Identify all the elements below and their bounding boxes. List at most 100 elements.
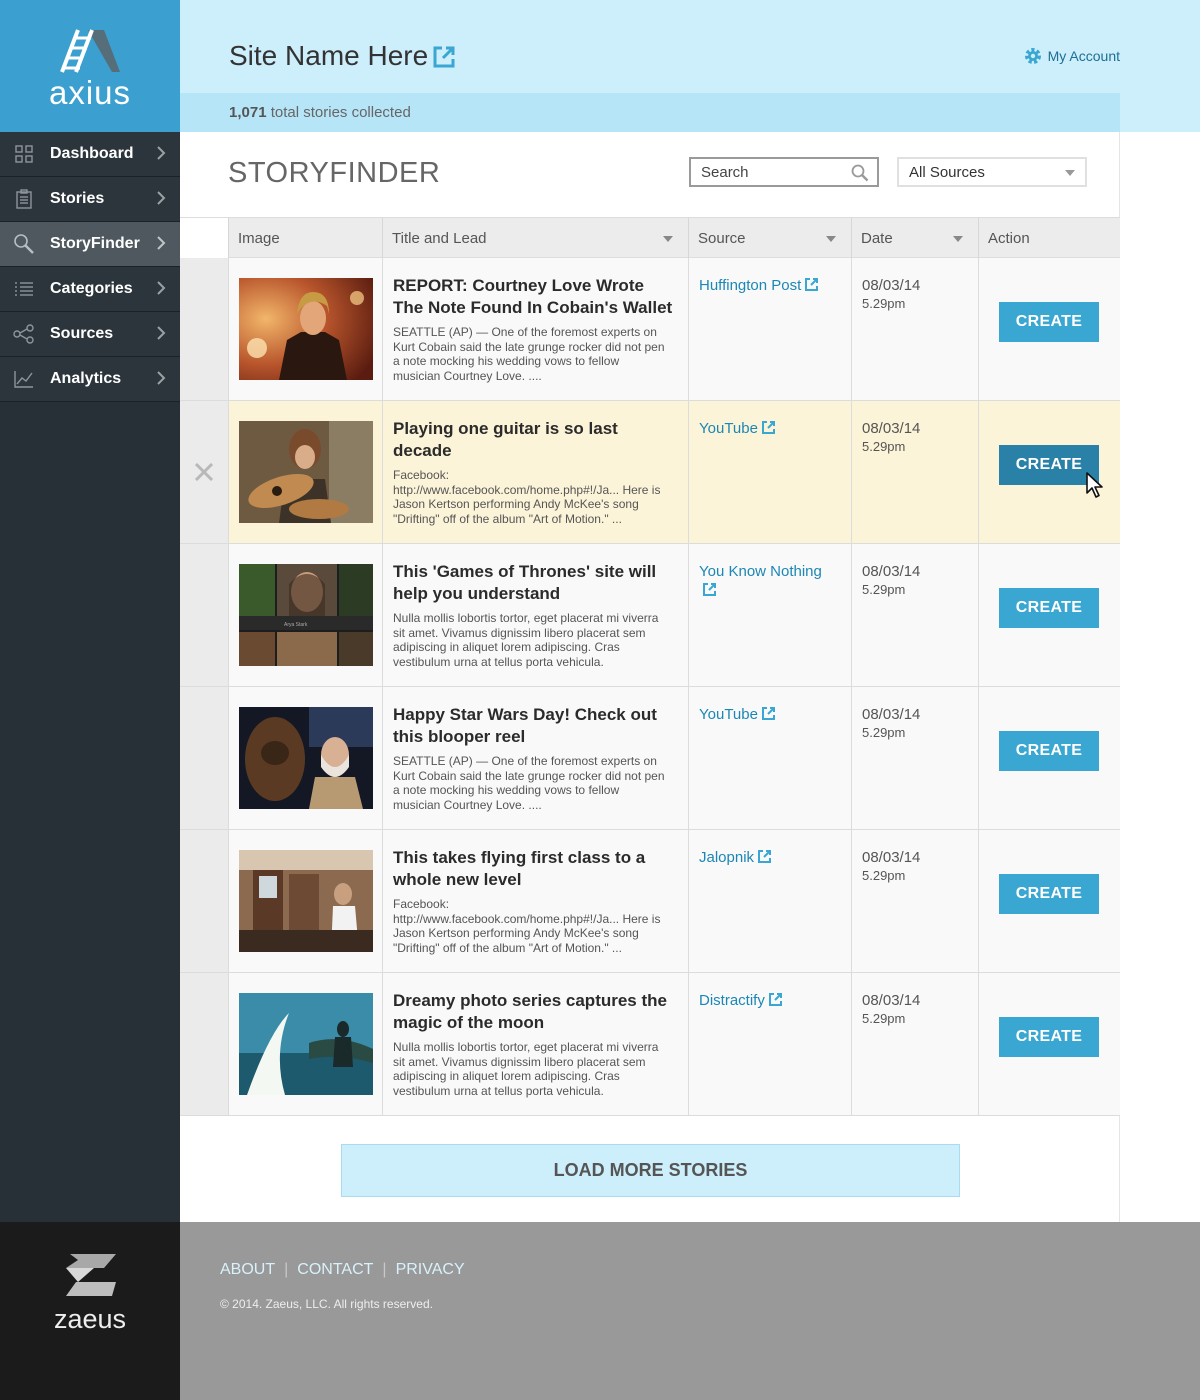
stats-text: total stories collected xyxy=(266,104,411,121)
external-link-icon xyxy=(768,993,782,1006)
my-account-link[interactable]: My Account xyxy=(1024,47,1120,65)
search-placeholder: Search xyxy=(701,164,749,181)
column-header-date[interactable]: Date xyxy=(851,218,978,258)
column-header-source[interactable]: Source xyxy=(688,218,851,258)
source-link[interactable]: Jalopnik xyxy=(699,848,835,867)
footer-links: ABOUT | CONTACT | PRIVACY xyxy=(220,1261,465,1279)
footer-link-about[interactable]: ABOUT xyxy=(220,1261,275,1278)
story-title[interactable]: REPORT: Courtney Love Wrote The Note Fou… xyxy=(393,275,676,319)
chevron-right-icon xyxy=(157,371,166,385)
sidebar-item-stories[interactable]: Stories xyxy=(0,177,180,222)
table-header: Image Title and Lead Source Date Action xyxy=(180,217,1120,258)
sidebar-item-storyfinder[interactable]: StoryFinder xyxy=(0,222,180,267)
close-icon[interactable] xyxy=(194,462,214,482)
story-title[interactable]: Dreamy photo series captures the magic o… xyxy=(393,990,676,1034)
story-date: 08/03/14 xyxy=(862,706,921,723)
story-date: 08/03/14 xyxy=(862,849,921,866)
table-row[interactable]: Dreamy photo series captures the magic o… xyxy=(180,973,1120,1116)
action-cell: CREATE xyxy=(978,830,1120,972)
create-button[interactable]: CREATE xyxy=(999,588,1099,628)
story-thumbnail[interactable]: Arya Stark xyxy=(239,564,373,666)
source-cell: YouTube xyxy=(688,687,851,829)
ladder-logo-icon xyxy=(60,29,120,73)
story-lead: Nulla mollis lobortis tortor, eget place… xyxy=(393,611,659,669)
create-button[interactable]: CREATE xyxy=(999,874,1099,914)
sort-caret-icon[interactable] xyxy=(663,236,673,242)
sort-caret-icon[interactable] xyxy=(826,236,836,242)
create-button[interactable]: CREATE xyxy=(999,731,1099,771)
source-cell: Distractify xyxy=(688,973,851,1115)
sidebar-item-categories[interactable]: Categories xyxy=(0,267,180,312)
site-title[interactable]: Site Name Here xyxy=(229,40,428,72)
date-cell: 08/03/14 5.29pm xyxy=(851,830,978,972)
footer-brand-name: zaeus xyxy=(53,1304,127,1334)
row-select-cell[interactable] xyxy=(180,544,228,686)
create-button[interactable]: CREATE xyxy=(999,445,1099,485)
create-button[interactable]: CREATE xyxy=(999,302,1099,342)
external-link-icon xyxy=(761,421,775,434)
table-row[interactable]: REPORT: Courtney Love Wrote The Note Fou… xyxy=(180,258,1120,401)
row-select-cell[interactable] xyxy=(180,401,228,543)
story-title[interactable]: This takes flying first class to a whole… xyxy=(393,847,676,891)
load-more-button[interactable]: LOAD MORE STORIES xyxy=(341,1144,960,1197)
table-row[interactable]: Happy Star Wars Day! Check out this bloo… xyxy=(180,687,1120,830)
sidebar: axius Dashboard Stories StoryFinder Cate… xyxy=(0,0,180,1222)
image-cell xyxy=(228,258,382,400)
source-cell: You Know Nothing xyxy=(688,544,851,686)
image-cell: Arya Stark xyxy=(228,544,382,686)
top-header: Site Name Here My Account 1,071 total st… xyxy=(180,0,1200,132)
story-lead: Facebook: http://www.facebook.com/home.p… xyxy=(393,468,661,526)
column-header-label: Title and Lead xyxy=(392,230,487,247)
sidebar-item-analytics[interactable]: Analytics xyxy=(0,357,180,402)
story-title[interactable]: This 'Games of Thrones' site will help y… xyxy=(393,561,676,605)
source-link[interactable]: YouTube xyxy=(699,419,835,438)
action-cell: CREATE xyxy=(978,544,1120,686)
story-thumbnail[interactable] xyxy=(239,278,373,380)
source-link[interactable]: Distractify xyxy=(699,991,835,1010)
table-row[interactable]: Playing one guitar is so last decade Fac… xyxy=(180,401,1120,544)
search-input[interactable]: Search xyxy=(689,157,879,187)
line-chart-icon xyxy=(13,368,35,390)
source-link[interactable]: Huffington Post xyxy=(699,276,835,295)
brand-logo[interactable]: axius xyxy=(0,0,180,132)
sidebar-item-dashboard[interactable]: Dashboard xyxy=(0,132,180,177)
table-row[interactable]: Arya Stark This 'Games of Thrones' site … xyxy=(180,544,1120,687)
search-icon[interactable] xyxy=(851,164,869,182)
story-thumbnail[interactable] xyxy=(239,850,373,952)
stats-count: 1,071 xyxy=(229,104,267,121)
story-thumbnail[interactable] xyxy=(239,707,373,809)
zaeus-logo-icon xyxy=(66,1254,116,1296)
footer-link-privacy[interactable]: PRIVACY xyxy=(396,1261,465,1278)
story-title[interactable]: Happy Star Wars Day! Check out this bloo… xyxy=(393,704,676,748)
table-row[interactable]: This takes flying first class to a whole… xyxy=(180,830,1120,973)
row-select-cell[interactable] xyxy=(180,687,228,829)
brand-name: axius xyxy=(48,74,132,111)
footer-brand[interactable]: zaeus xyxy=(0,1222,180,1400)
external-link-icon[interactable] xyxy=(432,45,456,69)
footer-link-contact[interactable]: CONTACT xyxy=(297,1261,373,1278)
source-cell: Jalopnik xyxy=(688,830,851,972)
external-link-icon xyxy=(703,583,716,596)
row-select-cell[interactable] xyxy=(180,258,228,400)
copyright: © 2014. Zaeus, LLC. All rights reserved. xyxy=(220,1297,433,1311)
link-separator: | xyxy=(284,1261,289,1278)
source-filter-select[interactable]: All Sources xyxy=(897,157,1087,187)
mouse-cursor-icon xyxy=(1086,472,1103,498)
story-title[interactable]: Playing one guitar is so last decade xyxy=(393,418,676,462)
column-header-title[interactable]: Title and Lead xyxy=(382,218,688,258)
story-thumbnail[interactable] xyxy=(239,421,373,523)
row-select-cell[interactable] xyxy=(180,973,228,1115)
source-link[interactable]: YouTube xyxy=(699,705,835,724)
title-cell: This takes flying first class to a whole… xyxy=(382,830,688,972)
create-button[interactable]: CREATE xyxy=(999,1017,1099,1057)
story-thumbnail[interactable] xyxy=(239,993,373,1095)
sort-caret-icon[interactable] xyxy=(953,236,963,242)
date-cell: 08/03/14 5.29pm xyxy=(851,544,978,686)
action-cell: CREATE xyxy=(978,973,1120,1115)
row-select-cell[interactable] xyxy=(180,830,228,972)
source-link[interactable]: You Know Nothing xyxy=(699,562,835,600)
source-name: Jalopnik xyxy=(699,849,755,866)
share-nodes-icon xyxy=(13,323,35,345)
sidebar-item-sources[interactable]: Sources xyxy=(0,312,180,357)
source-name: You Know Nothing xyxy=(699,563,822,580)
